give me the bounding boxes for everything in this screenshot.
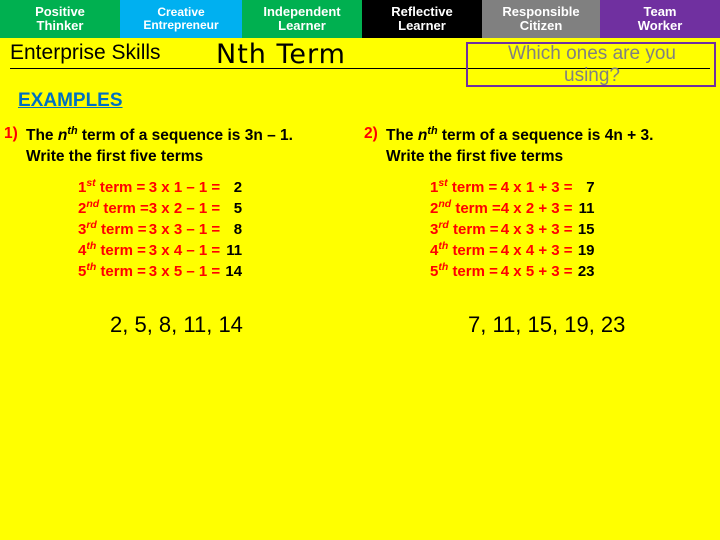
skills-bar: Positive Thinker Creative Entrepreneur I… — [0, 0, 720, 38]
skill-badge-line1: Positive — [35, 4, 85, 20]
example-block-2: 2) The nth term of a sequence is 4n + 3.… — [360, 124, 720, 281]
row-ordinal-suffix: th — [438, 240, 449, 252]
table-row: 1st term = 3 x 1 – 1 = 2 — [78, 176, 242, 197]
enterprise-skills-label: Enterprise Skills — [10, 41, 161, 64]
skill-badge-line1: Reflective — [391, 4, 453, 20]
row-ordinal-suffix: rd — [86, 219, 97, 231]
row-expression: 3 x 5 – 1 = — [148, 263, 221, 280]
row-label: term = — [100, 263, 146, 280]
skill-badge-line2: Worker — [637, 18, 683, 33]
row-expression: 4 x 5 + 3 = — [500, 263, 573, 280]
row-ordinal-suffix: th — [86, 261, 97, 273]
example-1-prompt-mid: term of a sequence is — [77, 127, 245, 145]
row-result: 14 — [225, 263, 243, 280]
skill-badge-creative-entrepreneur[interactable]: Creative Entrepreneur — [120, 0, 242, 38]
skill-badge-line1: Team — [643, 4, 677, 20]
question-line-1: Which ones are you — [508, 43, 676, 64]
row-ordinal-suffix: nd — [86, 198, 100, 210]
example-1-answer: 2, 5, 8, 11, 14 — [110, 312, 243, 337]
example-1-variable: n — [57, 127, 68, 145]
row-expression: 3 x 2 – 1 = — [148, 200, 221, 217]
table-row: 5th term = 3 x 5 – 1 = 14 — [78, 260, 242, 281]
example-2-number: 2) — [364, 125, 378, 142]
table-row: 3rd term = 3 x 3 – 1 = 8 — [78, 218, 242, 239]
question-line-2: using? — [564, 65, 620, 87]
skill-badge-line2: Entrepreneur — [143, 18, 219, 32]
row-result: 8 — [233, 221, 243, 238]
table-row: 4th term = 3 x 4 – 1 = 11 — [78, 239, 242, 260]
row-ordinal-suffix: th — [438, 261, 449, 273]
skill-badge-line2: Citizen — [519, 18, 563, 33]
row-expression: 4 x 3 + 3 = — [500, 221, 573, 238]
row-result: 11 — [226, 242, 243, 259]
table-row: 1st term = 4 x 1 + 3 = 7 — [430, 176, 595, 197]
row-label: term = — [453, 221, 499, 238]
example-1-working-table: 1st term = 3 x 1 – 1 = 2 2nd term = 3 x … — [78, 176, 242, 281]
example-block-1: 1) The nth term of a sequence is 3n – 1.… — [0, 124, 360, 281]
row-result: 11 — [578, 200, 595, 217]
skill-badge-independent-learner[interactable]: Independent Learner — [242, 0, 362, 38]
skill-badge-line2: Thinker — [36, 18, 84, 33]
skill-badge-positive-thinker[interactable]: Positive Thinker — [0, 0, 120, 38]
example-1-prompt-pre: The — [26, 127, 58, 145]
row-result: 2 — [233, 179, 243, 196]
question-callout-text: Which ones are you using? — [470, 43, 714, 88]
row-result: 15 — [577, 221, 595, 238]
table-row: 2nd term = 4 x 2 + 3 = 11 — [430, 197, 595, 218]
table-row: 3rd term = 4 x 3 + 3 = 15 — [430, 218, 595, 239]
row-result: 23 — [577, 263, 595, 280]
example-2-prompt-mid: term of a sequence is — [437, 127, 605, 145]
row-expression: 4 x 1 + 3 = — [500, 179, 573, 196]
example-1-variable-superscript: th — [67, 125, 78, 137]
example-2-rule: 4n + 3. — [604, 127, 654, 145]
example-1-prompt-line2: Write the first five terms — [26, 148, 204, 166]
skill-badge-line1: Responsible — [502, 4, 580, 20]
row-label: term = — [452, 242, 498, 259]
row-expression: 3 x 1 – 1 = — [148, 179, 221, 196]
table-row: 5th term = 4 x 5 + 3 = 23 — [430, 260, 595, 281]
row-label: term = — [99, 179, 146, 196]
row-result: 19 — [577, 242, 595, 259]
skill-badge-team-worker[interactable]: Team Worker — [600, 0, 720, 38]
row-label: term = — [452, 263, 498, 280]
row-expression: 3 x 4 – 1 = — [148, 242, 221, 259]
example-1-rule: 3n – 1. — [244, 127, 293, 145]
row-label: term = — [101, 221, 147, 238]
row-expression: 3 x 3 – 1 = — [148, 221, 221, 238]
skill-badge-line2: Learner — [398, 18, 446, 33]
row-label: term = — [455, 200, 501, 217]
row-ordinal-suffix: st — [86, 177, 96, 189]
row-label: term = — [451, 179, 498, 196]
table-row: 2nd term = 3 x 2 – 1 = 5 — [78, 197, 242, 218]
examples-heading: EXAMPLES — [18, 90, 123, 111]
skill-badge-line1: Independent — [263, 4, 341, 20]
row-ordinal-suffix: st — [438, 177, 448, 189]
example-1-prompt: 1) The nth term of a sequence is 3n – 1.… — [0, 124, 360, 168]
example-2-prompt: 2) The nth term of a sequence is 4n + 3.… — [360, 124, 720, 168]
example-2-variable: n — [417, 127, 428, 145]
example-2-prompt-line2: Write the first five terms — [386, 148, 564, 166]
example-1-number: 1) — [4, 125, 18, 142]
skill-badge-reflective-learner[interactable]: Reflective Learner — [362, 0, 482, 38]
page-title: Nth Term — [216, 39, 346, 70]
skill-badge-responsible-citizen[interactable]: Responsible Citizen — [482, 0, 600, 38]
example-2-working-table: 1st term = 4 x 1 + 3 = 7 2nd term = 4 x … — [430, 176, 595, 281]
row-expression: 4 x 4 + 3 = — [500, 242, 573, 259]
row-ordinal-suffix: th — [86, 240, 97, 252]
row-label: term = — [100, 242, 146, 259]
row-ordinal-suffix: nd — [438, 198, 452, 210]
row-label: term = — [103, 200, 149, 217]
example-2-variable-superscript: th — [427, 125, 438, 137]
row-result: 5 — [233, 200, 243, 217]
row-result: 7 — [586, 179, 595, 196]
row-expression: 4 x 2 + 3 = — [500, 200, 573, 217]
skill-badge-line2: Learner — [278, 18, 326, 33]
example-2-answer: 7, 11, 15, 19, 23 — [468, 312, 626, 337]
table-row: 4th term = 4 x 4 + 3 = 19 — [430, 239, 595, 260]
row-ordinal-suffix: rd — [438, 219, 449, 231]
example-2-prompt-pre: The — [386, 127, 418, 145]
